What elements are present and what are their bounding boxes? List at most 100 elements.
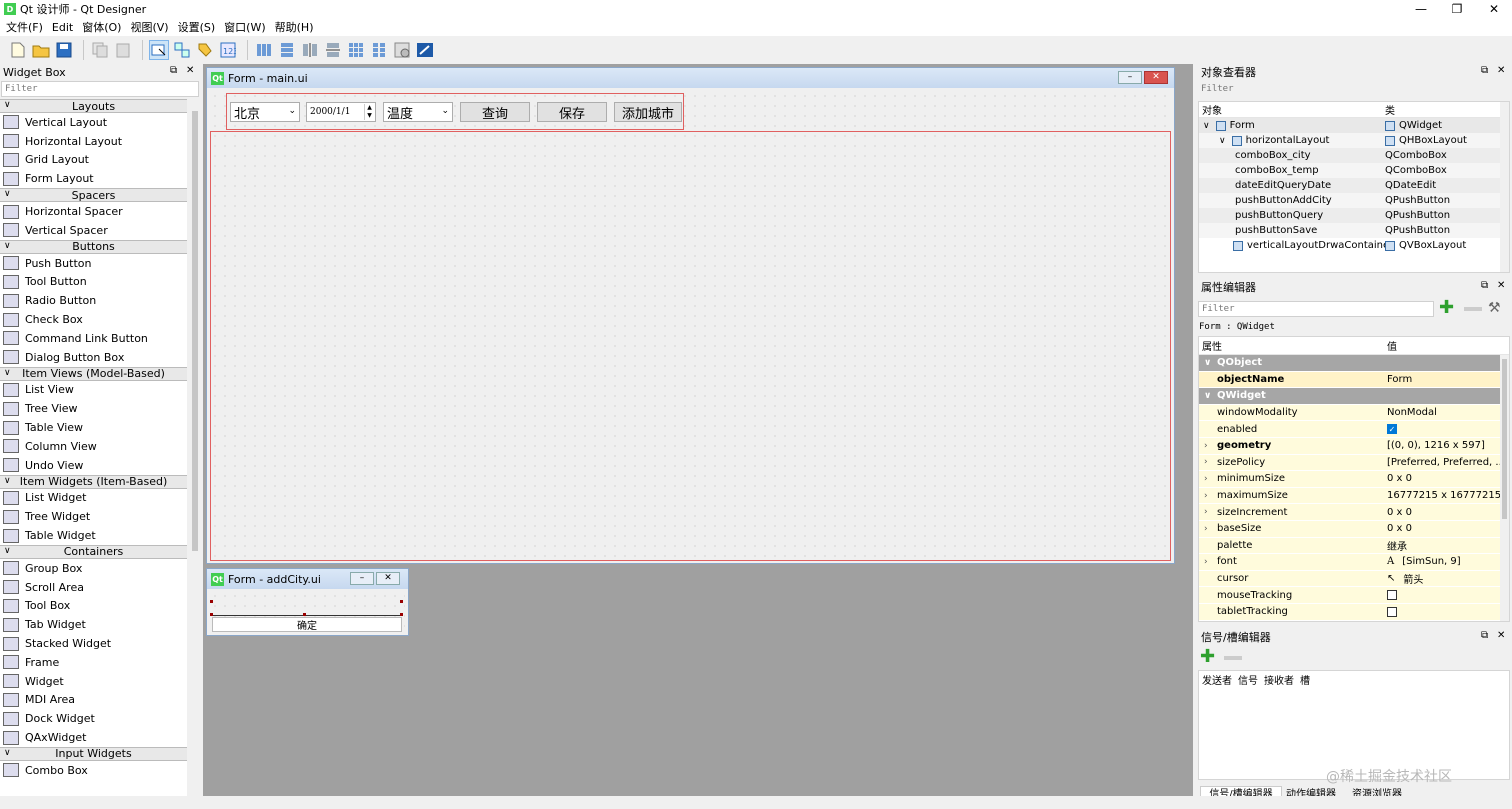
menu-help[interactable]: 帮助(H) (273, 19, 321, 35)
widget-box-item[interactable]: Tree View (0, 399, 187, 418)
chevron-right-icon[interactable]: › (1204, 441, 1208, 451)
col-signal-header[interactable]: 信号 (1238, 672, 1258, 687)
city-combo[interactable]: 北京 ⌄ (230, 102, 300, 122)
form-main-window[interactable]: Qt Form - main.ui – ✕ 北京 ⌄ 2000/1/1 ▲ ▼ 温度 ⌄… (206, 67, 1175, 564)
menu-view[interactable]: 视图(V) (128, 19, 175, 35)
widget-category-header[interactable]: ∨ Item Views (Model-Based) (0, 366, 187, 381)
close-icon[interactable]: ✕ (1497, 280, 1505, 291)
widget-box-item[interactable]: Radio Button (0, 291, 187, 310)
widget-box-filter-input[interactable]: Filter (1, 81, 199, 97)
chevron-down-icon[interactable]: ∨ (4, 476, 11, 486)
float-icon[interactable]: ⧉ (1481, 630, 1488, 641)
widget-box-item[interactable]: Column View (0, 437, 187, 456)
property-value[interactable]: ✓ (1387, 424, 1401, 435)
widget-box-item[interactable]: Tab Widget (0, 615, 187, 634)
scrollbar-thumb[interactable] (192, 111, 198, 551)
property-row[interactable]: › maximumSize 16777215 x 16777215 (1199, 487, 1509, 505)
layout-v-splitter-icon[interactable] (323, 40, 343, 60)
property-row[interactable]: › baseSize 0 x 0 (1199, 520, 1509, 538)
query-button[interactable]: 查询 (460, 102, 530, 122)
widget-box-item[interactable]: Tree Widget (0, 507, 187, 526)
widget-box-item[interactable]: Horizontal Spacer (0, 202, 187, 221)
property-value[interactable]: Form (1387, 374, 1412, 385)
chevron-right-icon[interactable]: › (1204, 507, 1208, 517)
close-icon[interactable]: ✕ (376, 572, 400, 585)
widget-box-item[interactable]: QAxWidget (0, 728, 187, 747)
chevron-down-icon[interactable]: ∨ (1219, 136, 1226, 146)
widget-box-item[interactable]: Tool Box (0, 597, 187, 616)
property-value[interactable]: A [SimSun, 9] (1387, 556, 1461, 567)
menu-edit[interactable]: Edit (50, 21, 80, 34)
chevron-right-icon[interactable]: › (1204, 457, 1208, 467)
property-value[interactable]: [Preferred, Preferred, ... (1387, 457, 1505, 468)
selection-handle[interactable] (210, 600, 213, 603)
chevron-down-icon[interactable]: ∨ (1203, 121, 1210, 131)
checkbox-checked-icon[interactable]: ✓ (1387, 424, 1397, 435)
object-tree-row[interactable]: pushButtonSave QPushButton (1199, 223, 1509, 238)
form-main-canvas[interactable]: 北京 ⌄ 2000/1/1 ▲ ▼ 温度 ⌄ 查询 保存 添加城市 (210, 91, 1171, 561)
object-tree-row[interactable]: pushButtonQuery QPushButton (1199, 208, 1509, 223)
temp-combo[interactable]: 温度 ⌄ (383, 102, 453, 122)
chevron-down-icon[interactable]: ∨ (4, 241, 11, 251)
chevron-down-icon[interactable]: ∨ (1204, 391, 1211, 401)
chevron-down-icon[interactable]: ∨ (4, 368, 11, 378)
property-filter-input[interactable]: Filter (1198, 301, 1434, 317)
float-icon[interactable]: ⧉ (1481, 280, 1488, 291)
widget-box-item[interactable]: Combo Box (0, 761, 187, 780)
widget-box-item[interactable]: Table View (0, 418, 187, 437)
configure-icon[interactable]: ⚒ (1488, 300, 1501, 316)
layout-horizontal-icon[interactable] (254, 40, 274, 60)
save-button[interactable]: 保存 (537, 102, 607, 122)
selection-handle[interactable] (400, 613, 403, 616)
property-row[interactable]: › geometry [(0, 0), 1216 x 597] (1199, 437, 1509, 455)
widget-box-item[interactable]: Stacked Widget (0, 634, 187, 653)
object-tree-row[interactable]: comboBox_city QComboBox (1199, 148, 1509, 163)
property-row[interactable]: › sizePolicy [Preferred, Preferred, ... (1199, 454, 1509, 472)
widget-box-item[interactable]: List Widget (0, 489, 187, 508)
close-icon[interactable]: ✕ (1497, 65, 1505, 76)
open-folder-icon[interactable] (31, 40, 51, 60)
chevron-down-icon[interactable]: ∨ (4, 546, 11, 556)
widget-box-item[interactable]: Check Box (0, 310, 187, 329)
col-receiver-header[interactable]: 接收者 (1264, 672, 1294, 687)
remove-property-icon[interactable] (1464, 307, 1482, 311)
menu-form[interactable]: 窗体(O) (80, 19, 128, 35)
object-tree-row[interactable]: comboBox_temp QComboBox (1199, 163, 1509, 178)
layout-h-splitter-icon[interactable] (300, 40, 320, 60)
widget-box-item[interactable]: Form Layout (0, 169, 187, 188)
form-addcity-titlebar[interactable]: Qt Form - addCity.ui – ✕ (207, 569, 408, 589)
float-icon[interactable]: ⧉ (1481, 65, 1488, 76)
col-property-header[interactable]: 属性 (1202, 338, 1222, 353)
widget-box-item[interactable]: Tool Button (0, 273, 187, 292)
property-value[interactable]: 0 x 0 (1387, 523, 1412, 534)
col-value-header[interactable]: 值 (1387, 338, 1397, 353)
property-value[interactable] (1387, 590, 1401, 601)
close-icon[interactable]: ✕ (186, 65, 194, 76)
object-tree-row[interactable]: ∨ horizontalLayout QHBoxLayout (1199, 133, 1509, 148)
chevron-down-icon[interactable]: ∨ (4, 748, 11, 758)
group-qobject[interactable]: ∨ QObject (1199, 355, 1509, 372)
object-tree-row[interactable]: ∨ Form QWidget (1199, 118, 1509, 133)
property-value[interactable]: 16777215 x 16777215 (1387, 490, 1501, 501)
selection-handle[interactable] (303, 613, 306, 616)
widget-box-item[interactable]: Grid Layout (0, 151, 187, 170)
widget-category-header[interactable]: ∨ Buttons (0, 239, 187, 254)
widget-category-header[interactable]: ∨ Spacers (0, 188, 187, 203)
property-row[interactable]: palette 继承 (1199, 537, 1509, 555)
new-file-icon[interactable] (8, 40, 28, 60)
widget-box-item[interactable]: Push Button (0, 254, 187, 273)
minimize-button[interactable]: — (1403, 0, 1439, 18)
col-object-header[interactable]: 对象 (1202, 102, 1222, 117)
widget-box-item[interactable]: Dialog Button Box (0, 348, 187, 367)
object-tree-row[interactable]: pushButtonAddCity QPushButton (1199, 193, 1509, 208)
object-tree-scrollbar[interactable] (1500, 102, 1509, 272)
col-slot-header[interactable]: 槽 (1300, 672, 1310, 687)
property-row[interactable]: cursor ↖ 箭头 (1199, 570, 1509, 588)
widget-category-header[interactable]: ∨ Containers (0, 544, 187, 559)
object-tree-row[interactable]: dateEditQueryDate QDateEdit (1199, 178, 1509, 193)
checkbox-unchecked-icon[interactable] (1387, 606, 1397, 617)
add-connection-icon[interactable]: ✚ (1200, 648, 1215, 666)
property-scrollbar[interactable] (1500, 355, 1509, 621)
form-addcity-canvas[interactable]: 确定 (210, 591, 405, 633)
selection-handle[interactable] (210, 613, 213, 616)
